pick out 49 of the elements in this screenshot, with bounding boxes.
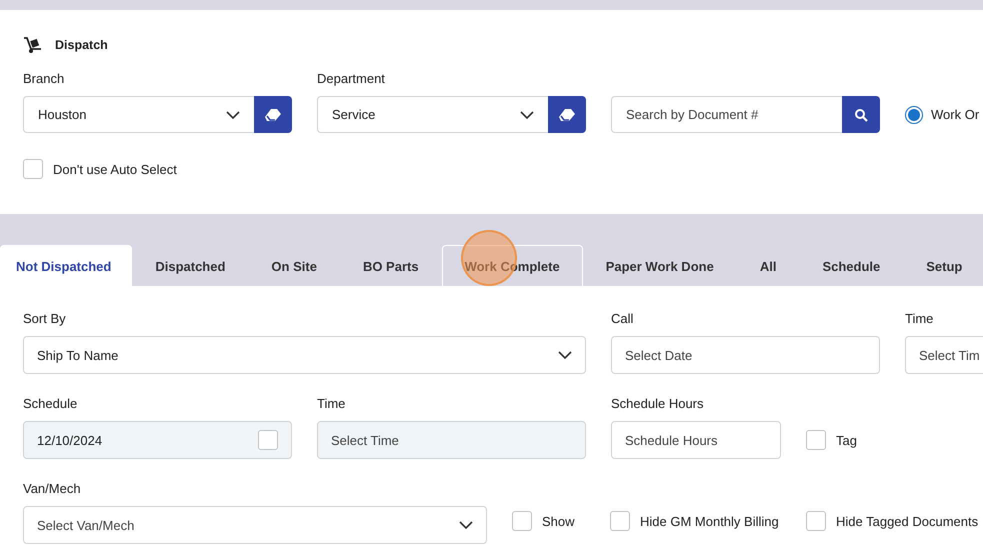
field-label: Branch xyxy=(23,70,66,88)
tab[interactable]: Paper Work Done xyxy=(582,245,737,286)
clear-button[interactable] xyxy=(254,96,292,133)
tab[interactable]: All xyxy=(736,245,800,286)
chevron-down-icon xyxy=(520,110,534,118)
checkbox[interactable] xyxy=(806,511,826,531)
checkbox-label: Don't use Auto Select xyxy=(53,162,177,176)
clear-button[interactable] xyxy=(548,96,586,133)
page-title: Dispatch xyxy=(55,38,108,52)
department-select[interactable]: Service xyxy=(317,96,548,133)
field-label: Schedule xyxy=(23,395,78,413)
tab[interactable]: Setup xyxy=(903,245,983,286)
sort-select[interactable]: Ship To Name xyxy=(23,336,586,374)
search-button[interactable] xyxy=(842,96,880,133)
field-label: Time xyxy=(317,395,346,413)
checkbox[interactable] xyxy=(512,511,532,531)
search-icon xyxy=(854,108,868,122)
branch-select[interactable]: Houston xyxy=(23,96,254,133)
field-label: Van/Mech xyxy=(23,480,82,498)
tab[interactable]: BO Parts xyxy=(340,245,442,286)
checkbox[interactable] xyxy=(806,430,826,450)
field-label: Time xyxy=(905,310,934,328)
tab[interactable]: Dispatched xyxy=(132,245,248,286)
radio-button[interactable] xyxy=(905,106,923,124)
chevron-down-icon xyxy=(459,521,473,529)
checkbox-label: Show xyxy=(542,514,575,528)
search-field[interactable]: Search by Document # xyxy=(611,96,842,133)
chevron-down-icon xyxy=(226,110,240,118)
date-field[interactable]: Select Date xyxy=(611,336,880,374)
checkbox-label: Hide GM Monthly Billing xyxy=(640,514,779,528)
time-field[interactable]: Select Tim xyxy=(905,336,983,374)
field-label: Schedule Hours xyxy=(611,395,704,413)
van-mech-select[interactable]: Select Van/Mech xyxy=(23,506,487,544)
chevron-down-icon xyxy=(558,351,572,359)
checkbox-label: Hide Tagged Documents xyxy=(836,514,978,528)
tab[interactable]: Schedule xyxy=(799,245,904,286)
tab[interactable]: Not Dispatched xyxy=(0,245,132,286)
radio-label: Work Or xyxy=(931,107,980,122)
field-label: Call xyxy=(611,310,634,328)
hours-field[interactable]: Schedule Hours xyxy=(611,421,781,459)
field-label: Sort By xyxy=(23,310,67,328)
checkbox[interactable] xyxy=(23,159,43,179)
eraser-icon xyxy=(264,108,282,122)
checkbox[interactable] xyxy=(610,511,630,531)
eraser-icon xyxy=(558,108,576,122)
tab[interactable]: On Site xyxy=(248,245,340,286)
checkbox-label: Tag xyxy=(836,432,857,448)
hand-truck-icon xyxy=(23,36,43,54)
field-label: Department xyxy=(317,70,386,88)
